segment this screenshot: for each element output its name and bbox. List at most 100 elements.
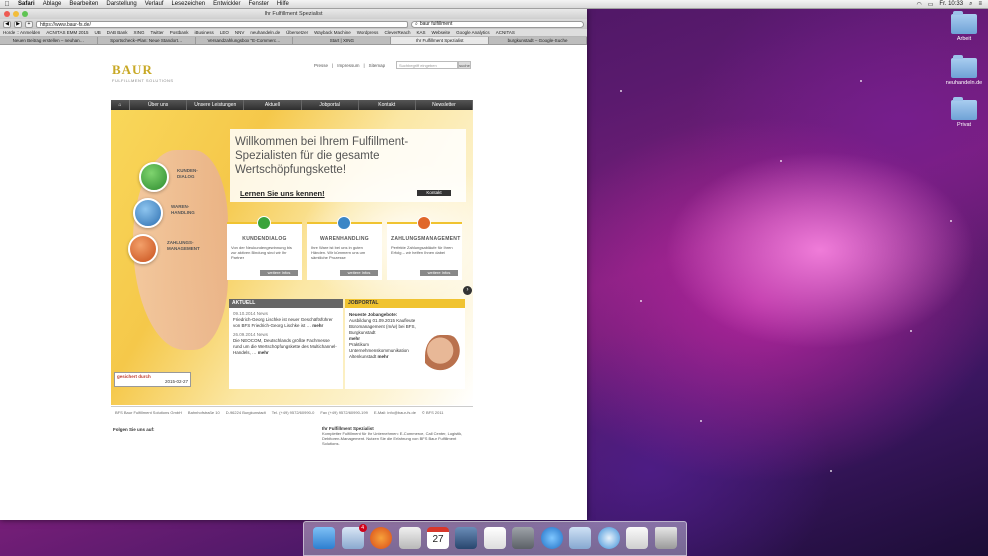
address-bar[interactable]: https://www.baur-fs.de/: [36, 20, 408, 28]
battery-icon[interactable]: ▭: [928, 1, 934, 8]
learn-more-link[interactable]: Lernen Sie uns kennen!: [240, 189, 325, 198]
site-logo[interactable]: BAUR FULFILLMENT SOLUTIONS: [112, 62, 174, 83]
news-item[interactable]: 09.10.2014 News Friedrich-Georg Lischke …: [229, 308, 343, 329]
tab[interactable]: Neuen Beitrag erstellen – neuhan…: [0, 37, 98, 44]
tab-active[interactable]: Ihr Fulfillment Spezialist: [391, 37, 490, 44]
firefox-icon[interactable]: [370, 527, 393, 549]
menu-verlauf[interactable]: Verlauf: [141, 1, 168, 7]
zahlungsmanagement-label[interactable]: ZAHLUNGS- MANAGEMENT: [167, 240, 200, 252]
job-more-link[interactable]: mehr: [378, 354, 389, 359]
itunes-icon[interactable]: [540, 527, 563, 549]
footer-email[interactable]: E-Mail: info@baur-fs.de: [374, 410, 416, 415]
menu-fenster[interactable]: Fenster: [245, 1, 273, 7]
bookmark-item[interactable]: ACNITAS EMM 2015: [43, 30, 91, 35]
forward-button[interactable]: ▶: [14, 20, 22, 28]
nav-ueber-uns[interactable]: Über uns: [130, 100, 188, 110]
link-sitemap[interactable]: Sitemap: [369, 63, 386, 68]
menu-hilfe[interactable]: Hilfe: [273, 1, 293, 7]
bookmark-item[interactable]: NNV: [232, 30, 248, 35]
more-info-button[interactable]: weitere Infos: [340, 270, 378, 276]
warenhandling-circle[interactable]: [133, 198, 163, 228]
more-info-button[interactable]: weitere Infos: [420, 270, 458, 276]
apple-icon[interactable]: : [0, 1, 14, 8]
chat-icon: [257, 216, 271, 230]
bookmark-item[interactable]: Postbank: [167, 30, 192, 35]
zahlungsmanagement-circle[interactable]: [128, 234, 158, 264]
file-icon[interactable]: [569, 527, 592, 549]
tab[interactable]: burgkunstadt – Google-Suche: [489, 37, 587, 44]
browser-search-field[interactable]: ⌕ baur fulfillment: [411, 20, 584, 28]
site-search-button[interactable]: suche: [458, 61, 471, 69]
news-more-link[interactable]: mehr: [312, 323, 323, 328]
notifications-icon[interactable]: ≡: [978, 1, 982, 7]
jobs-header: JOBPORTAL: [345, 299, 465, 308]
textedit-icon[interactable]: [483, 527, 506, 549]
job-more-link[interactable]: mehr: [349, 336, 360, 341]
nav-kontakt[interactable]: Kontakt: [359, 100, 416, 110]
contact-button[interactable]: Kontakt: [417, 190, 451, 196]
bookmark-item[interactable]: CleverReach: [381, 30, 413, 35]
nav-aktuell[interactable]: Aktuell: [244, 100, 302, 110]
menu-lesezeichen[interactable]: Lesezeichen: [167, 1, 209, 7]
nav-leistungen[interactable]: Unsere Leistungen: [187, 100, 245, 110]
security-seal[interactable]: gesichert durch 2015-02-27: [114, 372, 191, 387]
bookmark-item[interactable]: Twitter: [148, 30, 167, 35]
nav-newsletter[interactable]: Newsletter: [416, 100, 474, 110]
bookmark-item[interactable]: Google Analytics: [453, 30, 493, 35]
share-button[interactable]: +: [25, 20, 33, 28]
photo-icon[interactable]: [455, 527, 478, 549]
bookmark-item[interactable]: Übersetzer: [283, 30, 311, 35]
news-item[interactable]: 26.09.2014 News Die NEOCOM, Deutschlands…: [229, 329, 343, 356]
wifi-icon[interactable]: ◠: [917, 1, 922, 8]
calendar-icon[interactable]: 27: [427, 527, 450, 549]
bookmark-item[interactable]: UB: [91, 30, 103, 35]
window-title: Ihr Fulfillment Spezialist: [264, 11, 323, 17]
bookmark-item[interactable]: Webseite: [428, 30, 453, 35]
tab[interactable]: Sportscheck–Plan: Neue Standort…: [98, 37, 196, 44]
job-item[interactable]: Ausbildung 01.09.2015 Kaufleute Büromana…: [349, 318, 416, 335]
kundendialog-circle[interactable]: [139, 162, 169, 192]
mail-icon[interactable]: 4: [341, 524, 367, 549]
bookmark-item[interactable]: Horde :: Anmelden: [0, 30, 43, 35]
bookmark-item[interactable]: iBusiness: [192, 30, 217, 35]
bookmark-item[interactable]: DAB Bank: [104, 30, 131, 35]
system-preferences-icon[interactable]: [512, 527, 535, 549]
menu-safari[interactable]: Safari: [14, 1, 39, 7]
trash-icon[interactable]: [654, 527, 677, 549]
more-info-button[interactable]: weitere Infos: [260, 270, 298, 276]
nav-jobportal[interactable]: Jobportal: [302, 100, 359, 110]
bookmark-item[interactable]: LEO: [217, 30, 232, 35]
tab[interactable]: Start | XING: [293, 37, 392, 44]
news-more-link[interactable]: mehr: [258, 350, 269, 355]
site-search-input[interactable]: Suchbegriff eingeben: [396, 61, 458, 69]
kundendialog-label[interactable]: KUNDEN- DIALOG: [177, 168, 198, 180]
finder-icon[interactable]: [313, 527, 336, 549]
bookmark-item[interactable]: neuhandeln.de: [247, 30, 283, 35]
link-presse[interactable]: Presse: [314, 63, 328, 68]
safari-icon[interactable]: [597, 527, 620, 549]
desktop-folder-arbeit[interactable]: Arbeit: [939, 11, 988, 42]
menu-darstellung[interactable]: Darstellung: [102, 1, 140, 7]
link-impressum[interactable]: Impressum: [337, 63, 359, 68]
menu-entwickler[interactable]: Entwickler: [209, 1, 244, 7]
bookmark-item[interactable]: Wordpress: [354, 30, 382, 35]
bookmark-item[interactable]: XING: [131, 30, 148, 35]
browser-window: Ihr Fulfillment Spezialist ◀ ▶ + https:/…: [0, 9, 587, 520]
documents-icon[interactable]: [626, 527, 649, 549]
desktop-folder-privat[interactable]: Privat: [939, 97, 988, 128]
bookmark-item[interactable]: ACNITAS: [493, 30, 518, 35]
card-kundendialog: KUNDENDIALOG Von der Neukundengewinnung …: [227, 216, 302, 280]
warenhandling-label[interactable]: WAREN- HANDLING: [171, 204, 195, 216]
spotlight-icon[interactable]: ⌕: [969, 1, 972, 8]
bookmark-item[interactable]: KAS: [413, 30, 428, 35]
tab[interactable]: Versandzahlungsbox "E-Commerc…: [196, 37, 294, 44]
menu-bearbeiten[interactable]: Bearbeiten: [65, 1, 102, 7]
preview-icon[interactable]: [398, 527, 421, 549]
back-button[interactable]: ◀: [3, 20, 11, 28]
home-icon[interactable]: ⌂: [111, 100, 130, 110]
menu-ablage[interactable]: Ablage: [39, 1, 66, 7]
next-arrow-icon[interactable]: ›: [463, 286, 472, 295]
desktop-folder-neuhandeln[interactable]: neuhandeln.de: [939, 55, 988, 86]
clock[interactable]: Fr. 10:33: [939, 1, 963, 7]
bookmark-item[interactable]: Wayback Machine: [311, 30, 354, 35]
